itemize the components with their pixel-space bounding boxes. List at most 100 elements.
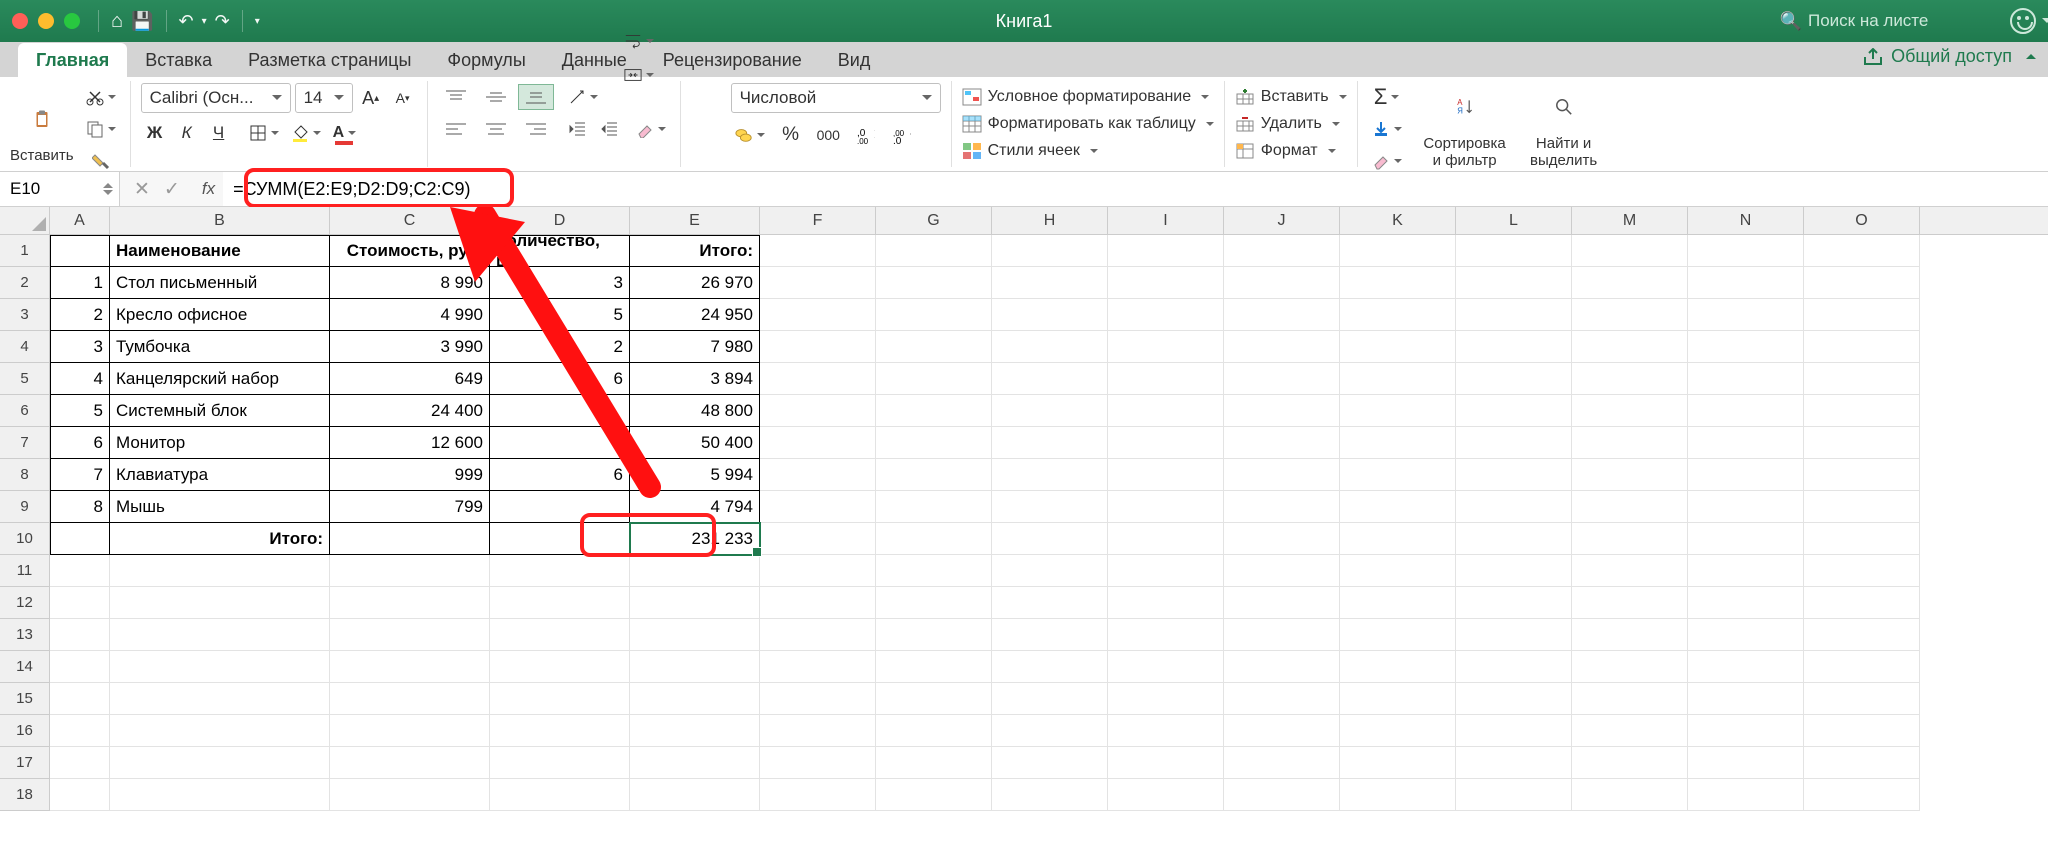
row-header-6[interactable]: 6 — [0, 395, 50, 427]
cell-J2[interactable] — [1224, 267, 1340, 299]
cell-G8[interactable] — [876, 459, 992, 491]
cell-L9[interactable] — [1456, 491, 1572, 523]
cell-C10[interactable] — [330, 523, 490, 555]
cell-N17[interactable] — [1688, 747, 1804, 779]
enter-formula-button[interactable]: ✓ — [164, 178, 180, 201]
name-box-input[interactable] — [10, 179, 80, 199]
cell-D15[interactable] — [490, 683, 630, 715]
cell-J11[interactable] — [1224, 555, 1340, 587]
cell-M3[interactable] — [1572, 299, 1688, 331]
clear-button[interactable] — [1368, 147, 1406, 175]
tab-home[interactable]: Главная — [18, 43, 127, 77]
borders-button[interactable] — [245, 119, 283, 147]
cell-E17[interactable] — [630, 747, 760, 779]
clear-format-button[interactable] — [632, 115, 670, 143]
cell-F16[interactable] — [760, 715, 876, 747]
cell-H2[interactable] — [992, 267, 1108, 299]
cell-H11[interactable] — [992, 555, 1108, 587]
cell-M12[interactable] — [1572, 587, 1688, 619]
col-header-E[interactable]: E — [630, 207, 760, 234]
cell-G7[interactable] — [876, 427, 992, 459]
cell-C13[interactable] — [330, 619, 490, 651]
cell-O17[interactable] — [1804, 747, 1920, 779]
sort-filter-button[interactable]: АЯ — [1441, 83, 1489, 131]
row-header-11[interactable]: 11 — [0, 555, 50, 587]
cell-G5[interactable] — [876, 363, 992, 395]
cell-K8[interactable] — [1340, 459, 1456, 491]
cell-L11[interactable] — [1456, 555, 1572, 587]
cell-I9[interactable] — [1108, 491, 1224, 523]
cell-I16[interactable] — [1108, 715, 1224, 747]
cell-M8[interactable] — [1572, 459, 1688, 491]
save-icon[interactable]: 💾 — [131, 11, 153, 32]
row-header-10[interactable]: 10 — [0, 523, 50, 555]
cell-G6[interactable] — [876, 395, 992, 427]
cell-J4[interactable] — [1224, 331, 1340, 363]
cell-I18[interactable] — [1108, 779, 1224, 811]
align-left-button[interactable] — [438, 116, 474, 142]
cell-N5[interactable] — [1688, 363, 1804, 395]
cell-M6[interactable] — [1572, 395, 1688, 427]
cell-F12[interactable] — [760, 587, 876, 619]
home-icon[interactable]: ⌂ — [111, 10, 123, 33]
cell-A16[interactable] — [50, 715, 110, 747]
number-format-select[interactable]: Числовой — [731, 83, 941, 113]
cell-C4[interactable]: 3 990 — [330, 331, 490, 363]
row-header-13[interactable]: 13 — [0, 619, 50, 651]
name-box-down[interactable] — [103, 190, 113, 200]
col-header-H[interactable]: H — [992, 207, 1108, 234]
cell-D17[interactable] — [490, 747, 630, 779]
copy-button[interactable] — [82, 115, 120, 143]
cell-G9[interactable] — [876, 491, 992, 523]
cell-H5[interactable] — [992, 363, 1108, 395]
cell-M4[interactable] — [1572, 331, 1688, 363]
cell-K12[interactable] — [1340, 587, 1456, 619]
cell-B6[interactable]: Системный блок — [110, 395, 330, 427]
cancel-formula-button[interactable]: ✕ — [134, 178, 150, 201]
cell-I1[interactable] — [1108, 235, 1224, 267]
cell-O4[interactable] — [1804, 331, 1920, 363]
cell-N10[interactable] — [1688, 523, 1804, 555]
cell-H15[interactable] — [992, 683, 1108, 715]
cell-K13[interactable] — [1340, 619, 1456, 651]
font-color-button[interactable]: А — [329, 119, 361, 147]
cell-A14[interactable] — [50, 651, 110, 683]
tab-formulas[interactable]: Формулы — [429, 43, 543, 77]
feedback-icon[interactable] — [2010, 8, 2036, 34]
cell-I17[interactable] — [1108, 747, 1224, 779]
cut-button[interactable] — [82, 83, 120, 111]
cell-O6[interactable] — [1804, 395, 1920, 427]
format-as-table-button[interactable]: Форматировать как таблицу — [962, 110, 1214, 137]
cell-B8[interactable]: Клавиатура — [110, 459, 330, 491]
cell-O1[interactable] — [1804, 235, 1920, 267]
cell-F17[interactable] — [760, 747, 876, 779]
cell-O13[interactable] — [1804, 619, 1920, 651]
tab-review[interactable]: Рецензирование — [645, 43, 820, 77]
cell-D8[interactable]: 6 — [490, 459, 630, 491]
cell-D12[interactable] — [490, 587, 630, 619]
cell-O11[interactable] — [1804, 555, 1920, 587]
cell-N1[interactable] — [1688, 235, 1804, 267]
select-all-button[interactable] — [0, 207, 50, 234]
cell-M17[interactable] — [1572, 747, 1688, 779]
undo-dropdown-icon[interactable]: ▾ — [202, 16, 207, 27]
cell-M9[interactable] — [1572, 491, 1688, 523]
cell-F6[interactable] — [760, 395, 876, 427]
cell-K1[interactable] — [1340, 235, 1456, 267]
cell-B15[interactable] — [110, 683, 330, 715]
maximize-window-button[interactable] — [64, 13, 80, 29]
cell-F1[interactable] — [760, 235, 876, 267]
cell-G18[interactable] — [876, 779, 992, 811]
col-header-A[interactable]: A — [50, 207, 110, 234]
cell-M15[interactable] — [1572, 683, 1688, 715]
wrap-text-button[interactable] — [620, 27, 658, 55]
cell-G14[interactable] — [876, 651, 992, 683]
cell-O18[interactable] — [1804, 779, 1920, 811]
cell-K11[interactable] — [1340, 555, 1456, 587]
cell-E1[interactable]: Итого: — [630, 235, 760, 267]
col-header-O[interactable]: O — [1804, 207, 1920, 234]
cell-M1[interactable] — [1572, 235, 1688, 267]
cell-E16[interactable] — [630, 715, 760, 747]
cell-G1[interactable] — [876, 235, 992, 267]
cell-N18[interactable] — [1688, 779, 1804, 811]
